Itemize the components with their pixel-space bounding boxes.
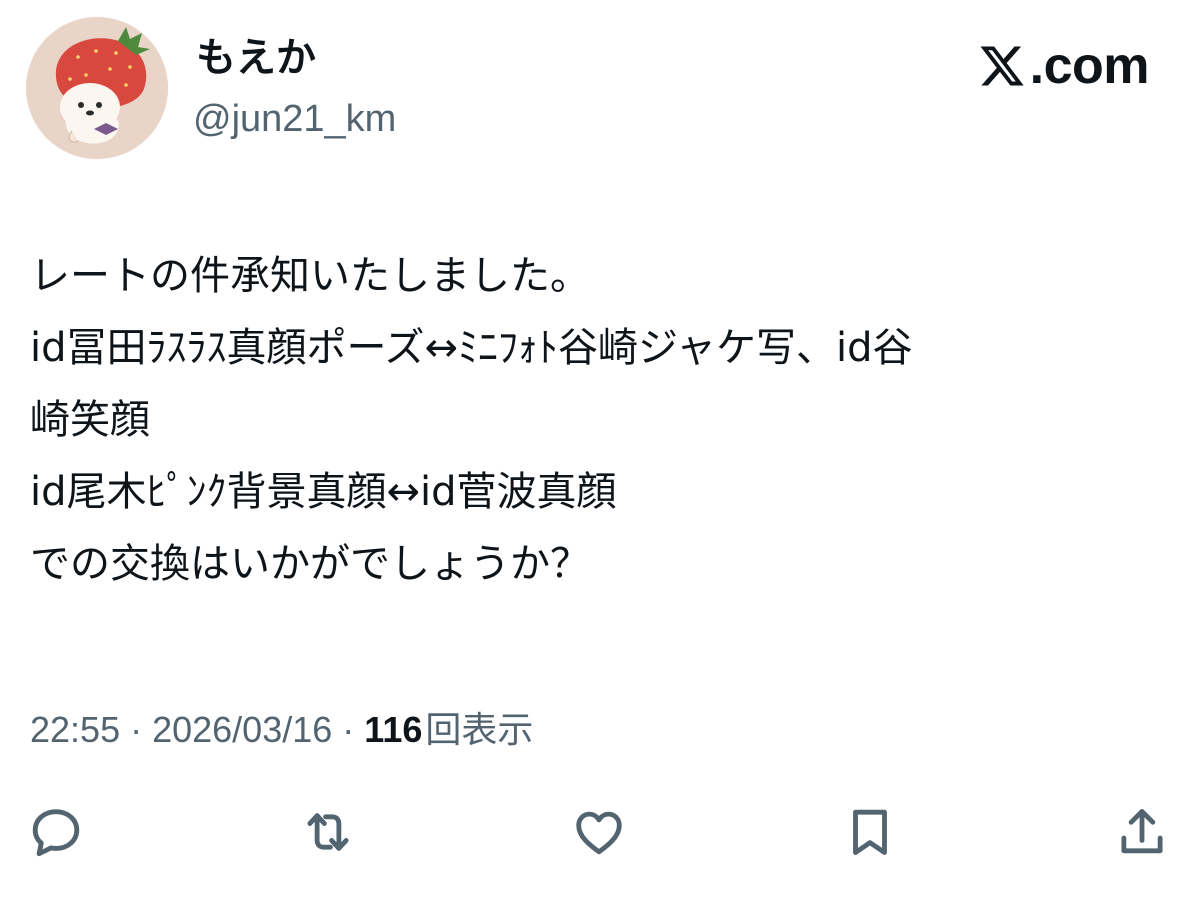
tweet-line: id冨田ﾗｽﾗｽ真顔ポーズ↔ﾐﾆﾌｫﾄ谷崎ジャケ写、id谷 xyxy=(30,325,913,371)
reply-button[interactable] xyxy=(24,800,88,864)
retweet-button[interactable] xyxy=(296,800,360,864)
tweet-time[interactable]: 22:55 xyxy=(30,709,120,750)
user-handle[interactable]: @jun21_km xyxy=(193,96,396,142)
share-icon xyxy=(1121,809,1163,854)
display-name[interactable]: もえか xyxy=(196,34,316,82)
views-label: 回表示 xyxy=(425,709,534,750)
x-logo-icon xyxy=(980,46,1024,86)
meta-separator: · xyxy=(332,709,365,750)
tweet-meta: 22:55 · 2026/03/16 · 116 回表示 xyxy=(30,706,533,754)
tweet-date[interactable]: 2026/03/16 xyxy=(152,709,332,750)
retweet-icon xyxy=(307,813,349,851)
brand-text: .com xyxy=(1029,37,1150,95)
tweet-line: での交換はいかがでしょうか？ xyxy=(30,541,590,587)
like-icon xyxy=(576,811,622,855)
bookmark-button[interactable] xyxy=(838,800,902,864)
like-button[interactable] xyxy=(567,800,631,864)
bookmark-icon xyxy=(853,809,887,855)
tweet-text: レートの件承知いたしました。 id冨田ﾗｽﾗｽ真顔ポーズ↔ﾐﾆﾌｫﾄ谷崎ジャケ写… xyxy=(30,240,1160,600)
brand-logo: .com xyxy=(977,35,1150,97)
share-button[interactable] xyxy=(1110,800,1174,864)
tweet-line: レートの件承知いたしました。 xyxy=(30,253,590,299)
avatar[interactable] xyxy=(26,17,168,159)
tweet-line: 崎笑顔 xyxy=(30,397,150,443)
tweet-line: id尾木ﾋﾟﾝｸ背景真顔↔id菅波真顔 xyxy=(30,469,617,515)
meta-separator: · xyxy=(120,709,153,750)
action-bar xyxy=(0,800,1199,870)
reply-icon xyxy=(32,809,80,857)
views-count: 116 xyxy=(364,709,423,750)
strawberry-character-avatar xyxy=(26,17,168,159)
